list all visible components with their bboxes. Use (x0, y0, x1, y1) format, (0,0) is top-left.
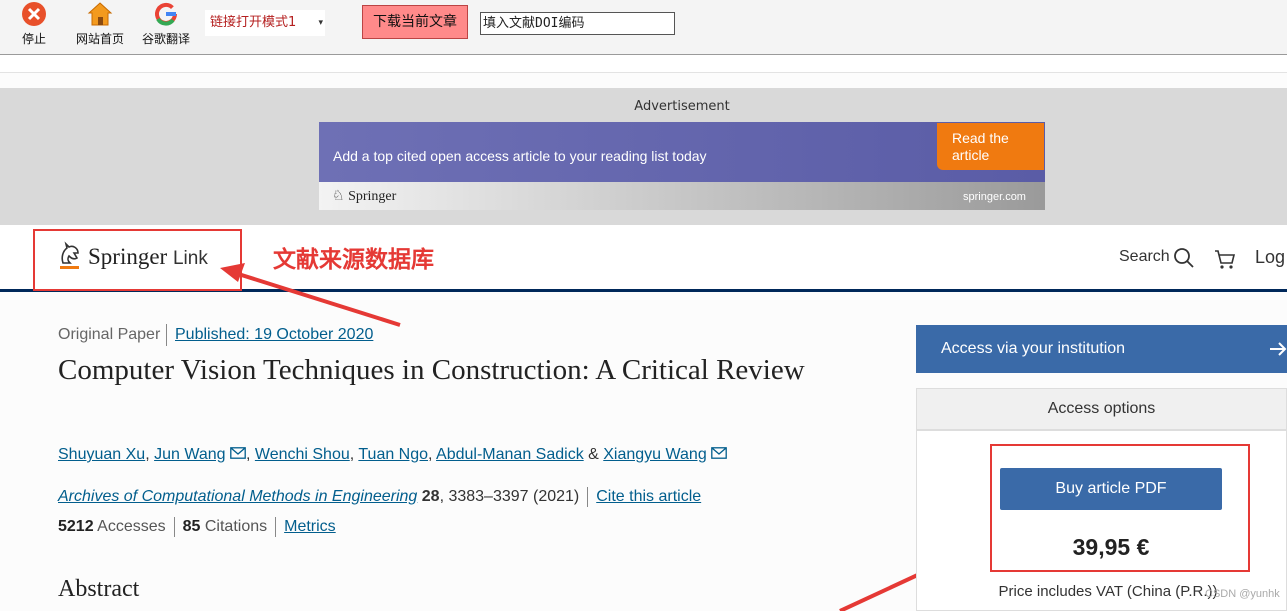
author-list: Shuyuan Xu, Jun Wang , Wenchi Shou, Tuan… (58, 446, 728, 464)
ad-cta-label: Read the article (952, 130, 1009, 163)
journal-volume: 28 (421, 488, 440, 506)
download-article-button[interactable]: 下载当前文章 (362, 5, 468, 39)
stop-icon (22, 2, 46, 26)
ad-label: Advertisement (634, 99, 730, 114)
meta-divider (587, 487, 589, 507)
metrics-link[interactable]: Metrics (284, 518, 336, 535)
published-date-link[interactable]: Published: 19 October 2020 (175, 326, 373, 344)
home-button[interactable]: 网站首页 (75, 0, 125, 50)
journal-link[interactable]: Archives of Computational Methods in Eng… (58, 488, 417, 505)
article-title: Computer Vision Techniques in Constructi… (58, 354, 805, 386)
dropdown-arrow-icon: ▾ (318, 18, 323, 28)
access-options-header: Access options (916, 388, 1287, 430)
annotation-source-label: 文献来源数据库 (273, 247, 434, 273)
abstract-heading: Abstract (58, 576, 140, 602)
annotation-box-logo (33, 229, 242, 291)
search-icon[interactable] (1173, 247, 1195, 269)
email-icon[interactable] (230, 447, 246, 459)
citations-count: 85 (182, 518, 201, 536)
email-icon[interactable] (711, 447, 728, 459)
author-link[interactable]: Abdul-Manan Sadick (436, 446, 584, 463)
annotation-box-buy (990, 444, 1250, 572)
search-button[interactable]: Search (1119, 248, 1170, 266)
home-icon (87, 2, 113, 26)
author-separator: , (428, 446, 437, 463)
meta-divider (166, 324, 167, 346)
login-link[interactable]: Log (1255, 247, 1285, 268)
author-link[interactable]: Jun Wang (154, 446, 225, 463)
meta-divider (173, 517, 175, 537)
stop-button[interactable]: 停止 (9, 0, 59, 50)
browser-toolbar: 停止 网站首页 谷歌翻译 链接打开模式1 ▾ 下载当前文章 填入文献DOI编码 (0, 0, 1287, 55)
watermark: CSDN @yunhk (1205, 588, 1280, 600)
open-mode-value: 链接打开模式1 (210, 15, 297, 30)
access-institution-button[interactable]: Access via your institution (916, 325, 1287, 373)
cart-icon[interactable] (1214, 249, 1236, 271)
ad-footer (319, 182, 1045, 210)
arrow-right-icon (1270, 342, 1287, 356)
author-separator: , (145, 446, 155, 463)
ad-headline: Add a top cited open access article to y… (333, 148, 707, 164)
translate-button[interactable]: 谷歌翻译 (141, 0, 191, 50)
google-g-icon (155, 2, 177, 26)
ad-springer-logo: ♘ Springer (332, 188, 396, 205)
citations-label: Citations (204, 518, 268, 536)
ad-brand: Springer (348, 189, 397, 204)
accesses-label: Accesses (97, 518, 166, 536)
author-link[interactable]: Shuyuan Xu (58, 446, 145, 463)
doi-input[interactable]: 填入文献DOI编码 (480, 12, 675, 35)
accesses-count: 5212 (58, 518, 94, 536)
article-type: Original Paper (58, 326, 161, 343)
institution-label: Access via your institution (941, 340, 1126, 357)
springer-horse-icon: ♘ (332, 189, 345, 204)
author-link[interactable]: Xiangyu Wang (603, 446, 706, 463)
search-label: Search (1119, 248, 1170, 265)
author-separator: & (583, 446, 604, 463)
metrics-line: 5212 Accesses 85 Citations Metrics (58, 517, 336, 537)
author-separator: , (245, 446, 255, 463)
author-link[interactable]: Tuan Ngo (358, 446, 428, 463)
cite-article-link[interactable]: Cite this article (596, 488, 701, 505)
home-label: 网站首页 (75, 32, 124, 46)
ad-read-article-button[interactable]: Read the article (937, 123, 1044, 170)
ad-url: springer.com (963, 191, 1026, 203)
author-link[interactable]: Wenchi Shou (255, 446, 350, 463)
journal-pages-year: , 3383–3397 (2021) (439, 488, 580, 506)
browser-strip (0, 55, 1287, 73)
meta-divider (275, 517, 277, 537)
translate-label: 谷歌翻译 (141, 32, 190, 46)
stop-label: 停止 (21, 32, 46, 46)
journal-line: Archives of Computational Methods in Eng… (58, 487, 701, 507)
open-mode-select[interactable]: 链接打开模式1 ▾ (205, 10, 325, 36)
